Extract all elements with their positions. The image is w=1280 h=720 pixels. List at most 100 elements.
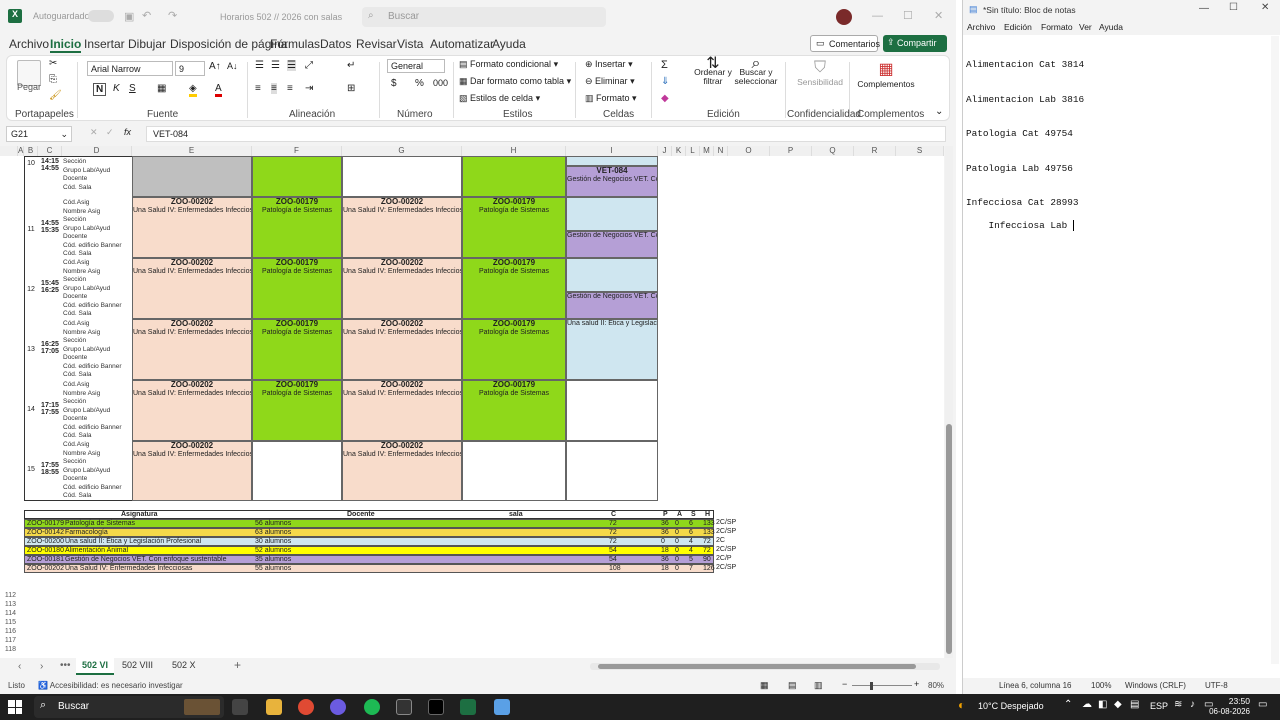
schedule-cell[interactable]: Gestión de Negocios VET. Con enfoque sus… [566,292,658,319]
schedule-cell[interactable]: ZOO-00202 Una Salud IV: Enfermedades Infe… [132,441,252,501]
save-icon[interactable]: ▣ [124,10,134,23]
number-format-select[interactable]: General [387,59,445,73]
schedule-cell[interactable]: VET-084Gestión de Negocios VET. Con enfo… [566,166,658,197]
minimize-icon[interactable]: — [872,10,883,22]
tab-dibujar[interactable]: Dibujar [128,37,166,51]
column-header[interactable]: O [728,146,770,156]
column-header[interactable]: P [770,146,812,156]
excel-taskbar-icon[interactable] [460,699,476,715]
schedule-cell[interactable]: ZOO-00202 Una Salud IV: Enfermedades Infe… [342,380,462,441]
tab-datos[interactable]: Datos [320,37,351,51]
zoom-in-icon[interactable]: + [914,679,919,689]
underline-icon[interactable]: S [129,83,136,94]
notepad-close-icon[interactable]: ✕ [1261,2,1269,13]
indent-icon[interactable]: ⇥ [305,83,313,94]
scrollbar-thumb[interactable] [946,424,952,654]
tray-app-icon[interactable]: ▤ [1130,699,1139,710]
volume-icon[interactable]: ♪ [1190,699,1195,710]
tab-inicio[interactable]: Inicio [50,37,82,53]
sheet-tab[interactable]: 502 X [172,660,196,670]
schedule-cell[interactable]: ZOO-00202 Una Salud IV: Enfermedades Infe… [342,441,462,501]
column-header[interactable]: J [658,146,672,156]
tray-app-icon[interactable]: ◧ [1098,699,1107,710]
align-right-icon[interactable]: ≡ [287,83,293,94]
schedule-cell[interactable]: ZOO-00202 Una Salud IV: Enfermedades Infe… [132,319,252,380]
prev-sheet-icon[interactable]: ‹ [18,661,21,672]
select-all-corner[interactable] [0,146,18,156]
column-header[interactable]: Q [812,146,854,156]
fill-icon[interactable]: ⇓ [661,76,669,87]
schedule-cell[interactable]: Una salud II: Ética y Legislación Profes… [566,319,658,380]
notifications-icon[interactable]: ▭ [1258,699,1267,710]
tab-insertar[interactable]: Insertar [84,37,125,51]
name-box[interactable]: G21 ⌄ [6,126,72,142]
maximize-icon[interactable]: ☐ [903,9,913,22]
notepad-taskbar-icon[interactable] [494,699,510,715]
row-number[interactable]: 117 [0,637,18,644]
schedule-cell[interactable] [566,156,658,166]
vertical-scrollbar[interactable] [945,146,953,658]
column-header[interactable]: S [896,146,944,156]
schedule-cell[interactable]: ZOO-00202 Una Salud IV: Enfermedades Infe… [132,380,252,441]
clock-time[interactable]: 23:50 [1222,696,1250,706]
menu-archivo[interactable]: Archivo [967,22,995,32]
summary-row[interactable]: ZOO-00179 Patología de Sistemas 56 alumnos… [24,519,715,528]
schedule-cell-empty[interactable] [132,156,252,197]
schedule-cell[interactable]: ZOO-00202 Una Salud IV: Enfermedades Infe… [342,197,462,258]
app-icon[interactable] [330,699,346,715]
column-header[interactable]: F [252,146,342,156]
more-sheets-icon[interactable]: ••• [60,660,71,671]
wifi-icon[interactable]: ≋ [1174,699,1182,710]
zoom-out-icon[interactable]: − [842,679,847,689]
file-explorer-icon[interactable] [266,699,282,715]
start-button[interactable] [8,700,22,714]
show-hidden-icons[interactable]: ⌃ [1064,699,1072,710]
schedule-cell[interactable]: ZOO-00202 Una Salud IV: Enfermedades Infe… [342,319,462,380]
schedule-cell[interactable]: ZOO-00179 Patología de Sistemas [462,258,566,319]
schedule-cell[interactable] [566,258,658,292]
taskbar-search[interactable]: ⌕ Buscar [34,696,224,718]
comments-button[interactable]: ▭ Comentarios [810,35,880,52]
notepad-minimize-icon[interactable]: — [1199,3,1209,14]
bold-icon[interactable]: N [93,83,107,96]
autosum-icon[interactable]: Σ [661,59,668,71]
comma-icon[interactable]: 000 [433,78,448,88]
align-left-icon[interactable]: ≡ [255,83,261,94]
tab-formulas[interactable]: Fórmulas [270,37,320,51]
schedule-cell[interactable] [462,156,566,197]
search-box[interactable]: ⌕ Buscar [362,7,606,27]
column-header[interactable]: D [62,146,132,156]
close-icon[interactable]: ✕ [934,9,943,22]
font-color-icon[interactable]: A [215,83,222,97]
column-header[interactable]: H [462,146,566,156]
schedule-cell[interactable] [252,156,342,197]
align-center-icon[interactable]: ≡ [271,83,277,94]
formula-input[interactable]: VET-084 [146,126,946,142]
tab-revisar[interactable]: Revisar [356,37,397,51]
format-cells-button[interactable]: ▥ Formato ▾ [585,93,637,104]
media-app-icon[interactable] [428,699,444,715]
language-indicator[interactable]: ESP [1150,701,1168,711]
add-sheet-icon[interactable]: + [234,658,241,672]
wrap-text-icon[interactable]: ↵ [347,60,355,71]
schedule-cell[interactable]: ZOO-00179 Patología de Sistemas [462,197,566,258]
font-name-select[interactable]: Arial Narrow [87,61,173,76]
column-header[interactable]: C [38,146,62,156]
align-top-icon[interactable]: ☰ [255,60,264,71]
menu-ver[interactable]: Ver [1079,22,1092,32]
row-number[interactable]: 118 [0,646,18,653]
notepad-text-area[interactable]: Alimentacion Cat 3814 Alimentacion Lab 3… [966,36,1266,243]
percent-icon[interactable]: % [415,78,424,89]
schedule-cell[interactable]: ZOO-00179 Patología de Sistemas [252,319,342,380]
cloud-icon[interactable]: ☁ [1082,699,1092,710]
weather-label[interactable]: 10°C Despejado [978,701,1044,711]
schedule-cell-empty[interactable] [462,441,566,501]
schedule-cell[interactable]: ZOO-00179 Patología de Sistemas [252,380,342,441]
summary-row[interactable]: ZOO-00181 Gestión de Negocios VET. Con en… [24,555,714,564]
next-sheet-icon[interactable]: › [40,661,43,672]
undo-icon[interactable]: ↶ [142,9,151,22]
copy-icon[interactable]: ⎘ [49,74,57,85]
menu-ayuda[interactable]: Ayuda [1099,22,1123,32]
column-header[interactable]: G [342,146,462,156]
align-bottom-icon[interactable]: ☰ [287,60,296,71]
